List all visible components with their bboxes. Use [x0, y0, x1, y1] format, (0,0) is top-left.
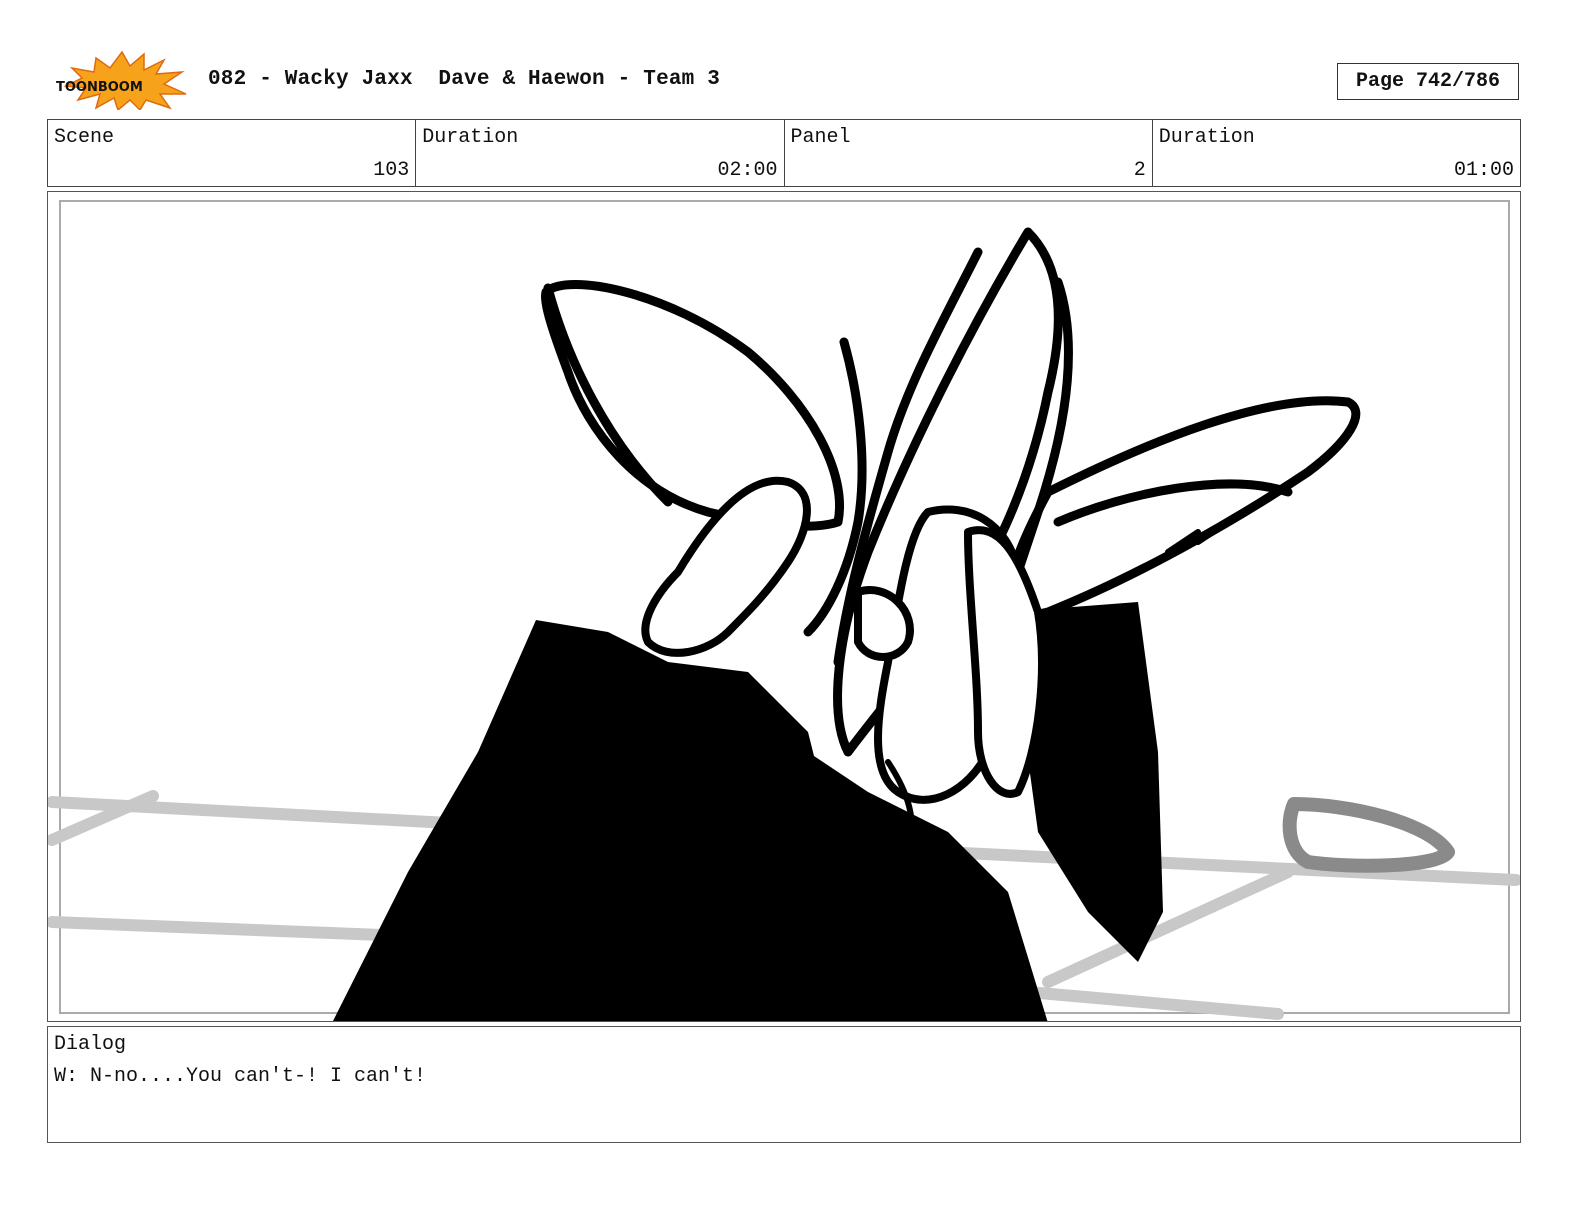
- toonboom-logo: TOONBOOM: [52, 50, 188, 112]
- logo-wordmark: TOONBOOM: [56, 80, 143, 95]
- scene-info-table: Scene 103 Duration 02:00 Panel 2 Duratio…: [47, 119, 1521, 187]
- page-number: Page 742/786: [1337, 63, 1519, 100]
- dialog-text: W: N-no....You can't-! I can't!: [54, 1065, 427, 1088]
- scene-value: 103: [373, 159, 410, 182]
- panel-value: 2: [1133, 159, 1146, 182]
- scene-cell: Scene 103: [48, 120, 417, 186]
- dialog-label: Dialog: [54, 1033, 127, 1056]
- panel-cell: Panel 2: [785, 120, 1153, 186]
- floor-mark: [1282, 797, 1455, 873]
- dialog-box: Dialog W: N-no....You can't-! I can't!: [47, 1026, 1521, 1143]
- panel-duration-label: Duration: [1158, 126, 1255, 149]
- scene-duration-value: 02:00: [717, 159, 778, 182]
- scene-duration-label: Duration: [422, 126, 519, 149]
- storyboard-panel: [47, 191, 1521, 1022]
- scene-label: Scene: [54, 126, 115, 149]
- scene-duration-cell: Duration 02:00: [416, 120, 785, 186]
- panel-sketch: [48, 200, 1520, 1021]
- panel-duration-cell: Duration 01:00: [1153, 120, 1520, 186]
- panel-duration-value: 01:00: [1453, 159, 1514, 182]
- storyboard-title: 082 - Wacky Jaxx Dave & Haewon - Team 3: [208, 68, 721, 91]
- panel-label: Panel: [790, 126, 851, 149]
